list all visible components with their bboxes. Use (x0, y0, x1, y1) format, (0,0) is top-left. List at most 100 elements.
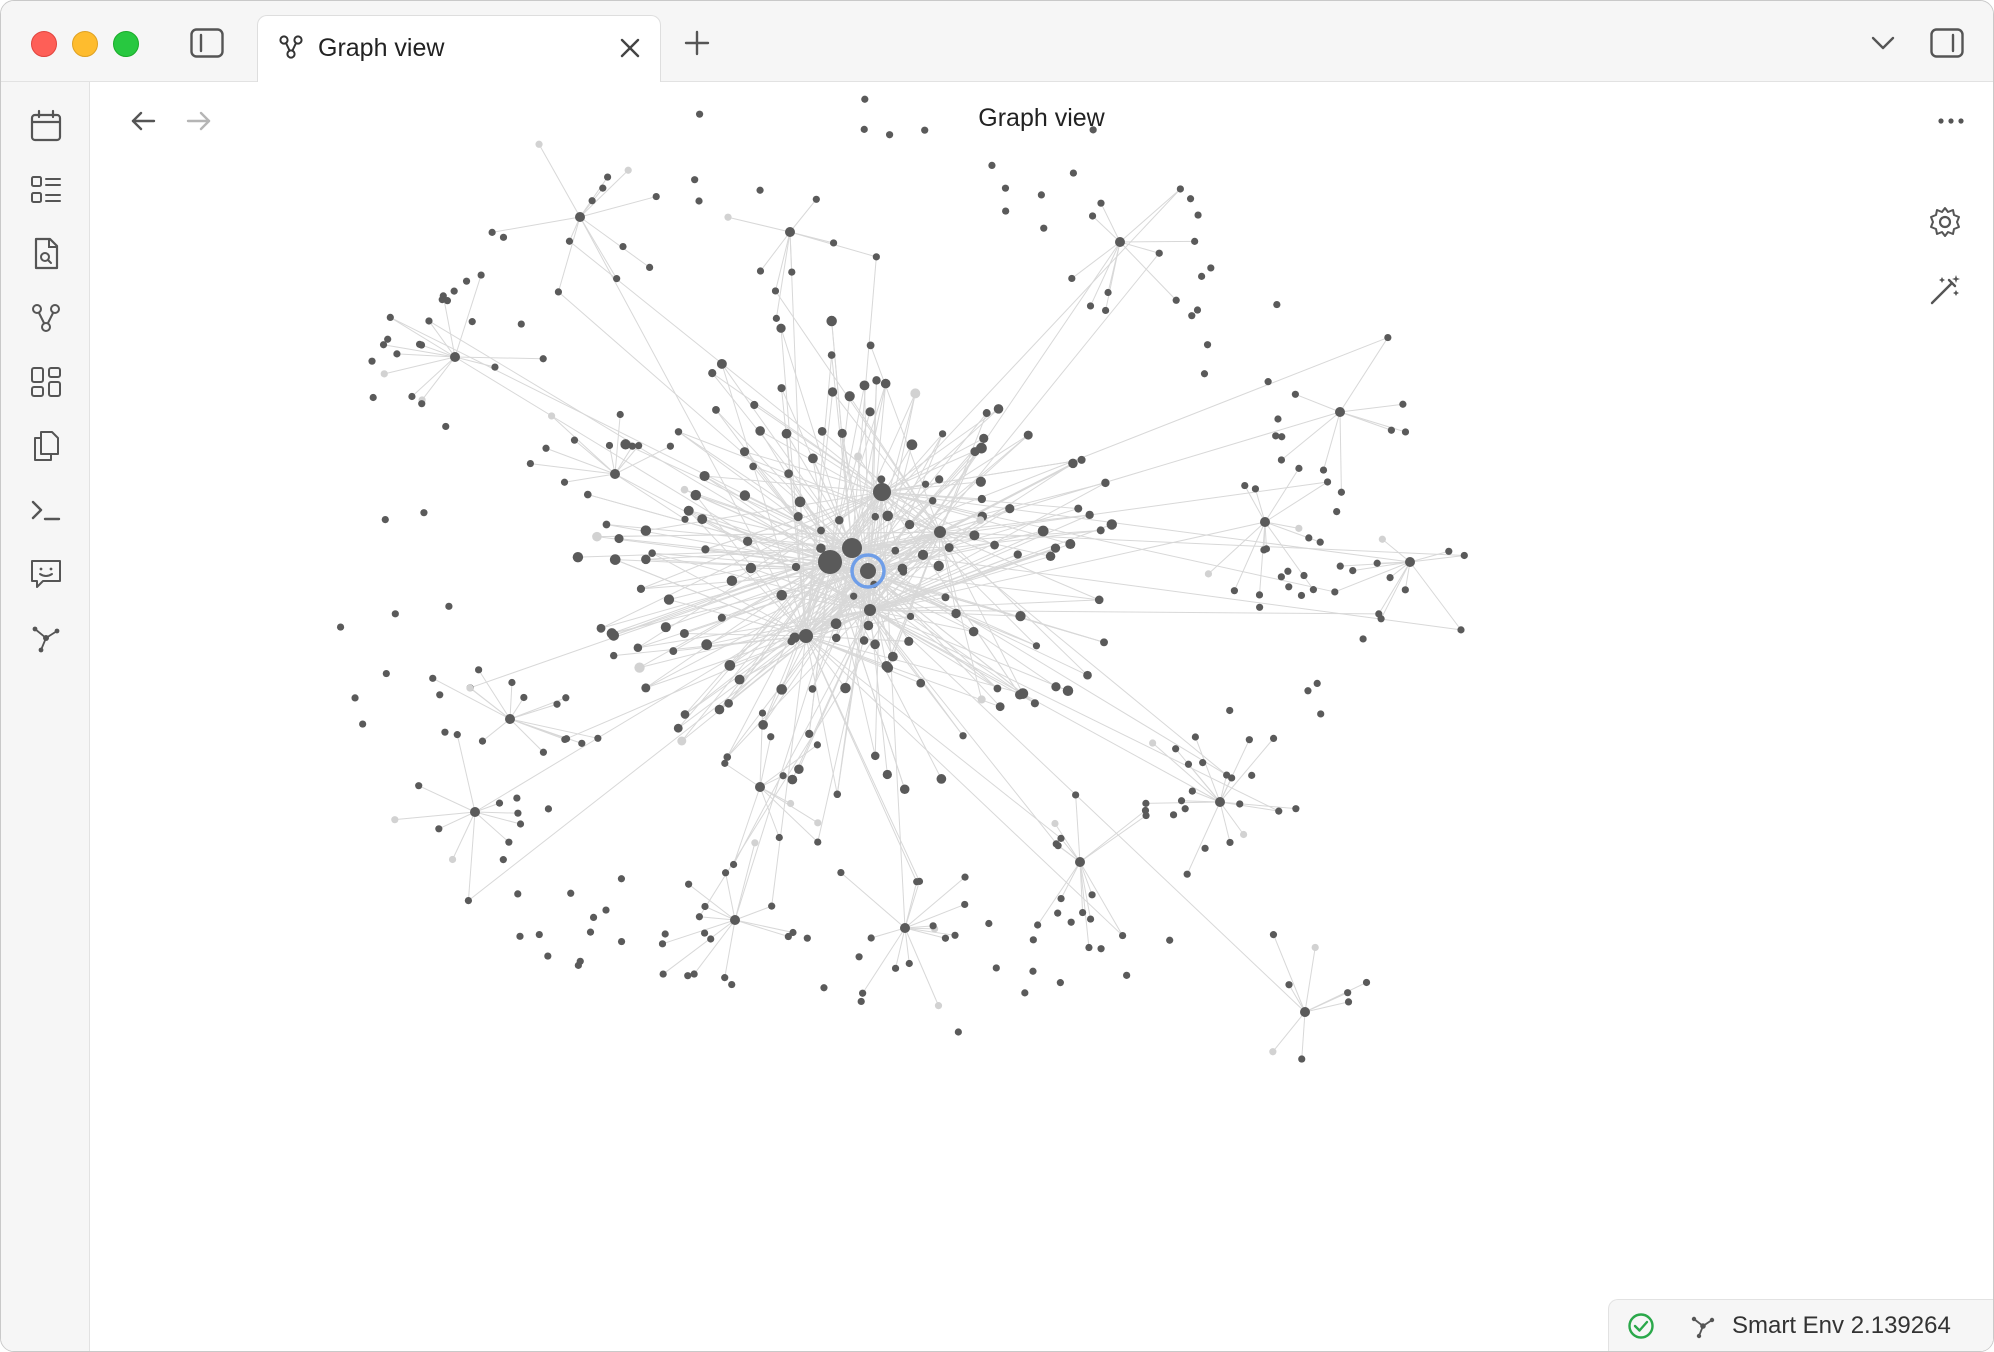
graph-node[interactable] (1269, 734, 1278, 743)
graph-node[interactable] (386, 313, 394, 322)
graph-node[interactable] (814, 838, 822, 846)
graph-node[interactable] (699, 470, 710, 482)
graph-node[interactable] (976, 516, 985, 525)
graph-node[interactable] (1072, 791, 1080, 799)
graph-node[interactable] (1277, 456, 1286, 464)
graph-node[interactable] (660, 622, 671, 633)
graph-node[interactable] (787, 774, 798, 785)
graph-node[interactable] (1401, 428, 1410, 436)
graph-node[interactable] (880, 378, 891, 389)
graph-node[interactable] (1149, 739, 1157, 747)
graph-node[interactable] (1045, 551, 1056, 562)
graph-node[interactable] (1086, 915, 1095, 923)
graph-node[interactable] (554, 288, 563, 296)
graph-node[interactable] (767, 733, 775, 741)
graph-node[interactable] (755, 782, 765, 792)
graph-node[interactable] (1284, 567, 1292, 575)
graph-node[interactable] (1297, 591, 1306, 600)
sidebar-right-icon[interactable] (1929, 25, 1965, 61)
graph-node[interactable] (1194, 211, 1202, 219)
graph-node[interactable] (1057, 894, 1065, 903)
graph-node[interactable] (726, 575, 738, 586)
graph-node[interactable] (789, 928, 797, 937)
graph-node[interactable] (574, 961, 582, 969)
graph-node[interactable] (1248, 771, 1256, 779)
graph-node[interactable] (1457, 626, 1465, 634)
graph-node[interactable] (867, 934, 875, 942)
graph-node[interactable] (669, 647, 678, 656)
graph-node[interactable] (751, 839, 759, 847)
graph-node[interactable] (539, 748, 548, 756)
graph-node[interactable] (772, 314, 780, 322)
graph-node[interactable] (685, 880, 693, 888)
graph-node[interactable] (553, 700, 561, 708)
graph-node[interactable] (535, 930, 543, 939)
graph-node[interactable] (443, 297, 452, 305)
graph-node[interactable] (1359, 635, 1367, 643)
graph-node[interactable] (680, 485, 689, 494)
graph-node[interactable] (1323, 478, 1332, 486)
graph-node[interactable] (1331, 588, 1339, 596)
graph-node[interactable] (1275, 807, 1283, 815)
graph-node[interactable] (859, 989, 867, 997)
graph-node[interactable] (499, 233, 508, 241)
graph-node[interactable] (1199, 759, 1207, 767)
graph-node[interactable] (1051, 682, 1061, 692)
graph-node[interactable] (1256, 603, 1264, 611)
graph-node[interactable] (588, 197, 596, 205)
graph-node[interactable] (857, 997, 865, 1006)
graph-node[interactable] (663, 594, 675, 605)
graph-node[interactable] (701, 545, 710, 554)
graph-node[interactable] (837, 428, 847, 438)
graph-node[interactable] (954, 1028, 962, 1036)
graph-node[interactable] (359, 720, 367, 728)
graph-node[interactable] (1079, 908, 1087, 917)
graph-node[interactable] (756, 186, 764, 194)
graph-node[interactable] (679, 628, 689, 638)
graph-node[interactable] (1088, 891, 1096, 899)
graph-node[interactable] (448, 855, 457, 864)
graph-node[interactable] (755, 426, 765, 436)
graph-node[interactable] (904, 519, 915, 530)
graph-node[interactable] (1034, 921, 1042, 929)
graph-node[interactable] (721, 869, 730, 877)
graph-node[interactable] (508, 678, 516, 687)
sidebar-left-icon[interactable] (189, 25, 225, 61)
calendar-icon[interactable] (26, 106, 66, 146)
graph-node[interactable] (592, 531, 602, 542)
graph-node[interactable] (1083, 670, 1092, 680)
graph-node[interactable] (570, 436, 579, 444)
graph-node[interactable] (1226, 838, 1234, 847)
graph-node[interactable] (1142, 811, 1150, 820)
graph-node[interactable] (1384, 333, 1392, 342)
graph-node[interactable] (777, 384, 786, 393)
graph-node[interactable] (429, 674, 437, 682)
graph-node[interactable] (758, 719, 768, 730)
graph-node[interactable] (381, 515, 389, 524)
graph-node[interactable] (1230, 587, 1238, 595)
graph-node[interactable] (1460, 551, 1468, 560)
graph-node[interactable] (605, 441, 614, 450)
graph-node[interactable] (565, 237, 574, 245)
graph-node[interactable] (1067, 918, 1075, 926)
graph-node[interactable] (1215, 797, 1225, 807)
graph-node[interactable] (776, 323, 786, 333)
graph-node[interactable] (391, 610, 399, 618)
graph-node[interactable] (934, 526, 946, 538)
graph-node[interactable] (900, 923, 910, 933)
graph-node[interactable] (1300, 1007, 1310, 1017)
graph-node[interactable] (700, 929, 709, 937)
graph-node[interactable] (786, 799, 795, 808)
graph-node[interactable] (1251, 485, 1260, 493)
graph-node[interactable] (1054, 842, 1062, 850)
graph-node[interactable] (1097, 945, 1105, 953)
graph-node[interactable] (1240, 830, 1248, 839)
graph-node[interactable] (1336, 562, 1344, 570)
graph-node[interactable] (640, 525, 652, 536)
graph-node[interactable] (730, 915, 740, 925)
graph-node[interactable] (1291, 390, 1299, 398)
graph-node[interactable] (393, 350, 401, 358)
graph-node[interactable] (695, 913, 703, 921)
graph-node[interactable] (1445, 547, 1453, 555)
graph-node[interactable] (749, 462, 758, 471)
